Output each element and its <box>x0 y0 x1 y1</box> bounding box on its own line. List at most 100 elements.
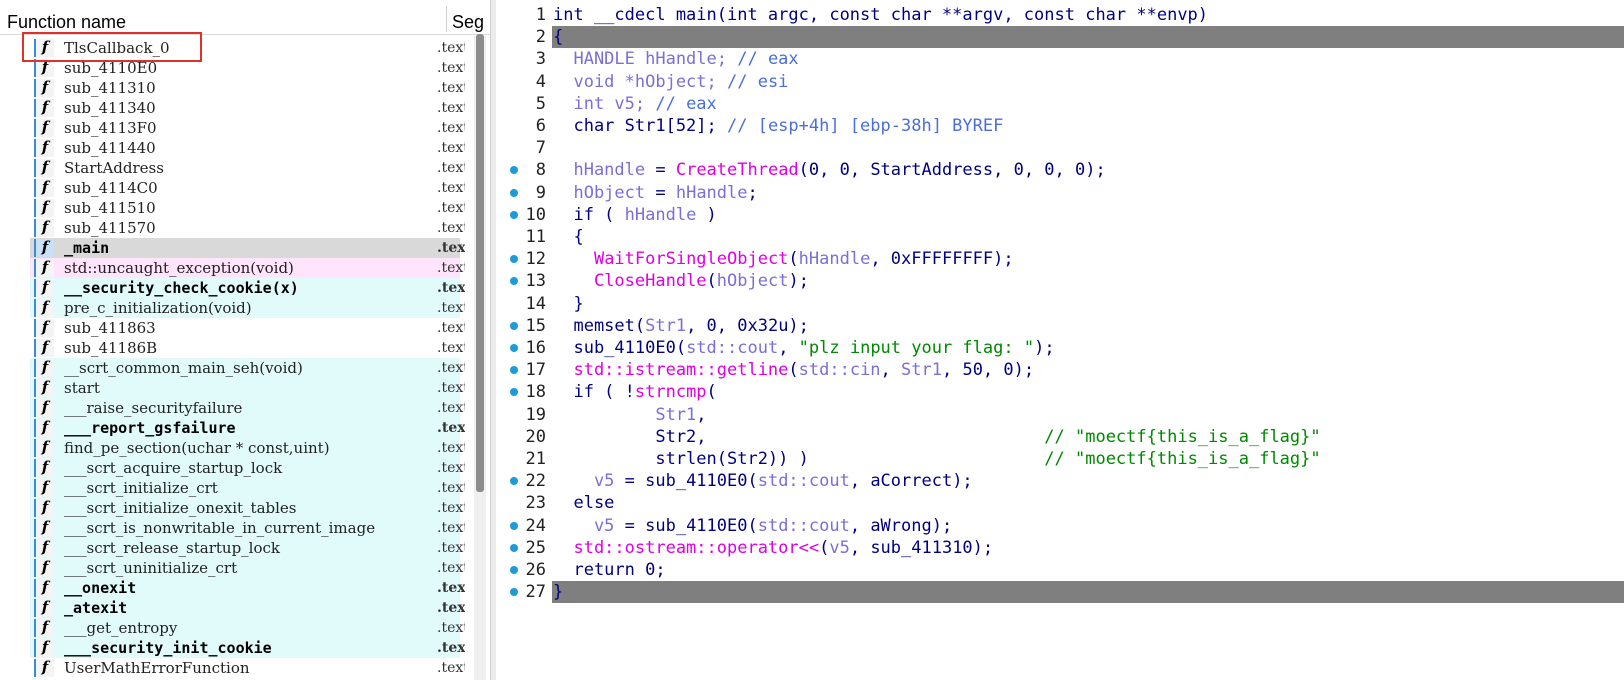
function-segment: .text <box>437 460 465 476</box>
function-name: ___scrt_uninitialize_crt <box>64 559 238 577</box>
code-token: v5 <box>829 537 850 558</box>
function-row[interactable]: f __security_check_cookie(x) .text <box>0 278 490 298</box>
function-segment: .text <box>437 540 465 556</box>
line-number: 16 <box>525 338 546 358</box>
function-segment: .text <box>437 340 465 356</box>
function-row[interactable]: f sub_411510 .text <box>0 198 490 218</box>
code-line[interactable]: 14 } <box>496 293 1624 315</box>
code-line[interactable]: 18 if ( !strncmp( <box>496 381 1624 403</box>
function-segment: .text <box>437 480 465 496</box>
function-row[interactable]: f ___security_init_cookie .text <box>0 638 490 658</box>
function-icon: f <box>34 279 54 297</box>
code-token: hHandle <box>675 182 748 203</box>
code-line[interactable]: 11 { <box>496 226 1624 248</box>
code-token: , <box>696 404 707 425</box>
code-token: CreateThread <box>675 160 799 181</box>
code-line[interactable]: 16 sub_4110E0(std::cout, "plz input your… <box>496 337 1624 359</box>
function-row[interactable]: f ___scrt_initialize_crt .text <box>0 478 490 498</box>
code-line[interactable]: 22 v5 = sub_4110E0(std::cout, aCorrect); <box>496 470 1624 492</box>
function-row[interactable]: f ___scrt_is_nonwritable_in_current_image… <box>0 518 490 538</box>
function-row[interactable]: f _main .text <box>0 238 490 258</box>
function-row[interactable]: f ___report_gsfailure .text <box>0 418 490 438</box>
code-line[interactable]: 4 void *hObject; // esi <box>496 71 1624 93</box>
code-line[interactable]: 2{ <box>496 26 1624 49</box>
function-name: start <box>64 379 100 397</box>
function-row[interactable]: f ___get_entropy .text <box>0 618 490 638</box>
code-line[interactable]: 5 int v5; // eax <box>496 93 1624 115</box>
function-row[interactable]: f ___raise_securityfailure .text <box>0 398 490 418</box>
line-number: 18 <box>525 382 546 403</box>
code-line[interactable]: 23 else <box>496 492 1624 514</box>
function-name: ___security_init_cookie <box>64 639 272 657</box>
function-row[interactable]: f sub_41186B .text <box>0 338 490 358</box>
code-token: CloseHandle <box>593 271 707 292</box>
column-separator[interactable] <box>446 6 447 32</box>
code-line[interactable]: 25 std::ostream::operator<<(v5, sub_4113… <box>496 537 1624 559</box>
function-segment: .text <box>437 600 465 616</box>
code-line[interactable]: 8 hHandle = CreateThread(0, 0, StartAddr… <box>496 159 1624 181</box>
code-token: "plz input your flag: " <box>798 338 1035 358</box>
column-header-function-name[interactable]: Function name <box>7 12 126 33</box>
code-line[interactable]: 7 <box>496 137 1624 159</box>
code-token: return 0; <box>553 560 666 580</box>
column-header-segment[interactable]: Seg <box>452 12 484 33</box>
code-line[interactable]: 6 char Str1[52]; // [esp+4h] [ebp-38h] B… <box>496 115 1624 137</box>
code-line[interactable]: 1 int __cdecl main(int argc, const char *… <box>496 4 1624 26</box>
code-line[interactable]: 9 hObject = hHandle; <box>496 182 1624 204</box>
code-token: Str2, <box>553 426 1045 447</box>
code-token: int __cdecl main(int argc, const char **… <box>553 5 1209 25</box>
line-number: 4 <box>535 71 546 92</box>
code-line[interactable]: 19 Str1, <box>496 404 1624 426</box>
code-line[interactable]: 3 HANDLE hHandle; // eax <box>496 48 1624 70</box>
function-row[interactable]: f std::uncaught_exception(void) .text <box>0 258 490 278</box>
function-row[interactable]: f sub_4114C0 .text <box>0 178 490 198</box>
function-row[interactable]: f sub_411340 .text <box>0 98 490 118</box>
function-row[interactable]: f sub_411440 .text <box>0 138 490 158</box>
code-token: HANDLE hHandle; <box>553 49 738 70</box>
function-row[interactable]: f __scrt_common_main_seh(void) .text <box>0 358 490 378</box>
function-row[interactable]: fstart .text <box>0 378 490 398</box>
code-line[interactable]: 13 CloseHandle(hObject); <box>496 270 1624 292</box>
function-row[interactable]: f find_pe_section(uchar * const,uint) .tex… <box>0 438 490 458</box>
code-token: hObject <box>716 271 789 292</box>
function-row[interactable]: f ___scrt_uninitialize_crt .text <box>0 558 490 578</box>
code-line[interactable]: 10 if ( hHandle ) <box>496 204 1624 226</box>
function-row[interactable]: f sub_411310 .text <box>0 78 490 98</box>
code-text: HANDLE hHandle; // eax <box>553 49 798 70</box>
code-line[interactable]: 15 memset(Str1, 0, 0x32u); <box>496 315 1624 337</box>
function-row[interactable]: f sub_411863 .text <box>0 318 490 338</box>
code-token: ( <box>706 382 717 403</box>
code-token: hHandle <box>553 160 646 181</box>
code-line[interactable]: 12 WaitForSingleObject(hHandle, 0xFFFFFF… <box>496 248 1624 270</box>
code-token: } <box>553 582 564 603</box>
function-icon: f <box>34 559 54 577</box>
code-line[interactable]: 21 strlen(Str2)) ) // "moectf{this_is_a_… <box>496 448 1624 470</box>
function-row[interactable]: f UserMathErrorFunction .text <box>0 658 490 678</box>
code-token: ) <box>696 204 717 225</box>
line-number: 25 <box>525 537 546 558</box>
function-row[interactable]: f sub_411570 .text <box>0 218 490 238</box>
line-number: 17 <box>525 360 546 381</box>
function-name: ___scrt_initialize_crt <box>64 479 218 497</box>
code-token: , 50, 0); <box>941 360 1035 381</box>
function-segment: .text <box>437 240 465 256</box>
code-line[interactable]: 27} <box>496 581 1624 604</box>
function-row[interactable]: f ___scrt_acquire_startup_lock .text <box>0 458 490 478</box>
function-row[interactable]: f _atexit .text <box>0 598 490 618</box>
functions-list-header: Function name Seg <box>0 0 490 35</box>
function-row[interactable]: f sub_4113F0 .text <box>0 118 490 138</box>
function-segment: .text <box>437 80 465 96</box>
function-row[interactable]: f ___scrt_release_startup_lock .text <box>0 538 490 558</box>
code-line[interactable]: 24 v5 = sub_4110E0(std::cout, aWrong); <box>496 515 1624 537</box>
code-line[interactable]: 17 std::istream::getline(std::cin, Str1,… <box>496 359 1624 381</box>
code-line[interactable]: 20 Str2, // "moectf{this_is_a_flag}" <box>496 426 1624 448</box>
code-line[interactable]: 26 return 0; <box>496 559 1624 581</box>
code-token: std::cin <box>798 360 881 381</box>
scrollbar-thumb[interactable] <box>476 34 484 492</box>
functions-list: fTlsCallback_0.textfsub_4110E0.textfsub_… <box>0 38 490 678</box>
function-row[interactable]: f __onexit .text <box>0 578 490 598</box>
function-row[interactable]: f StartAddress .text <box>0 158 490 178</box>
code-token: WaitForSingleObject <box>593 249 789 270</box>
function-row[interactable]: f ___scrt_initialize_onexit_tables .text <box>0 498 490 518</box>
function-row[interactable]: f pre_c_initialization(void) .text <box>0 298 490 318</box>
